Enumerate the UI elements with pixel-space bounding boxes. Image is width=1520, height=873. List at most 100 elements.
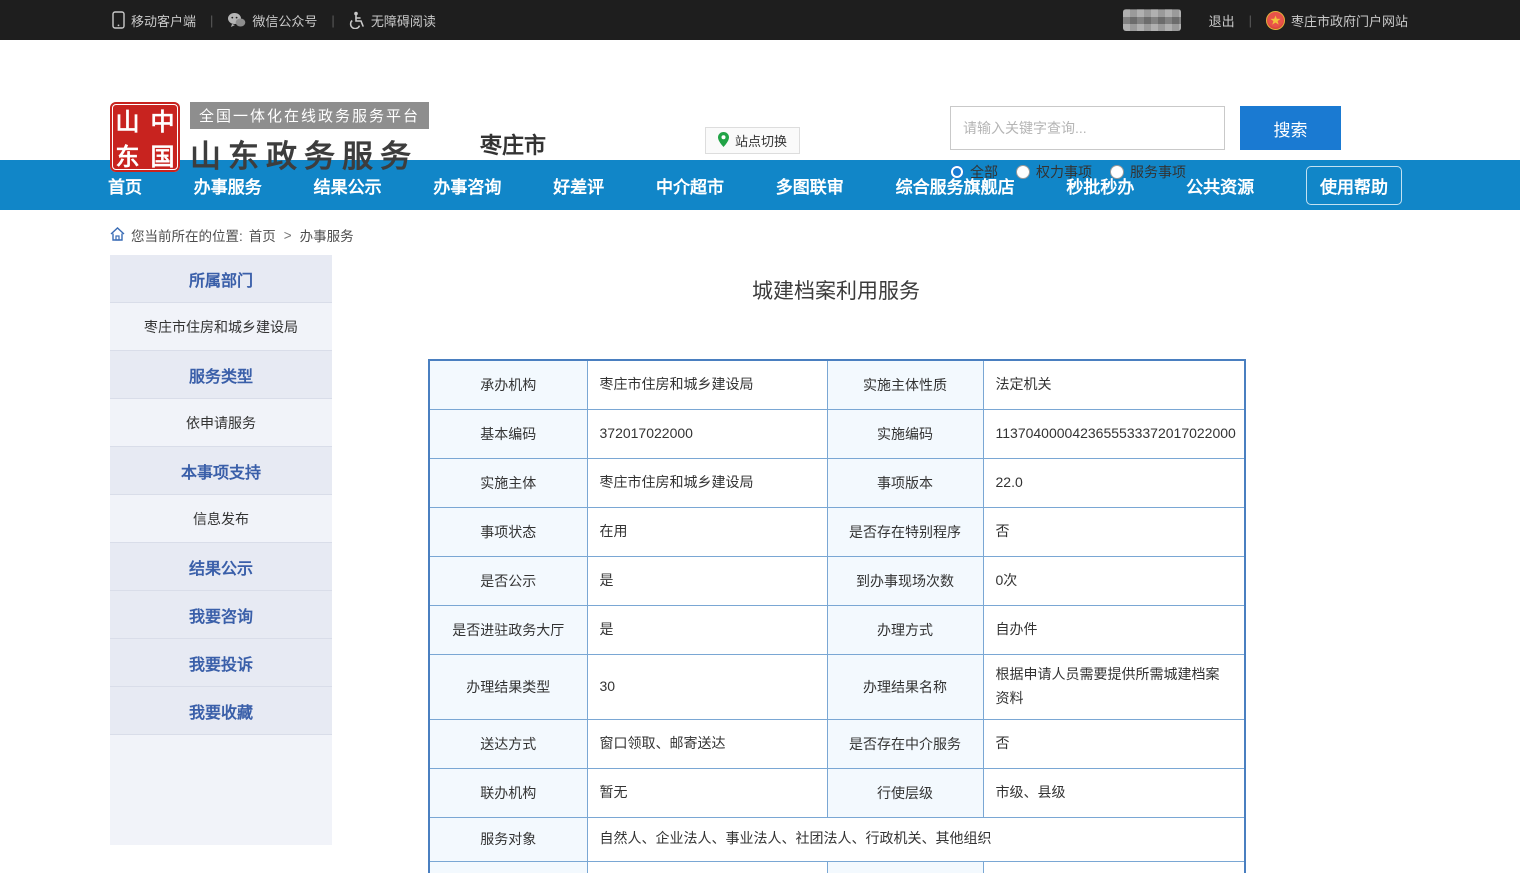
field-value: 窗口领取、邮寄送达 [587, 719, 827, 768]
field-value: 自然人、企业法人、事业法人、社团法人、行政机关、其他组织 [587, 817, 1245, 861]
seal-char: 国 [151, 137, 175, 172]
sidebar-item-complaint[interactable]: 我要投诉 [110, 639, 332, 687]
nav-item-multimap[interactable]: 多图联审 [776, 173, 844, 198]
field-value: 372017022000 [587, 409, 827, 458]
site-switch-button[interactable]: 站点切换 [705, 127, 800, 154]
table-row: 承办机构 枣庄市住房和城乡建设局 实施主体性质 法定机关 [429, 360, 1245, 409]
sidebar-item-favorite[interactable]: 我要收藏 [110, 687, 332, 735]
scope-radio-service-items[interactable]: 服务事项 [1110, 162, 1186, 182]
seal-char: 山 [116, 102, 140, 137]
site-header: 山 中 东 国 全国一体化在线政务服务平台 山东政务服务 枣庄市 站点切换 搜索… [0, 40, 1520, 160]
location-pin-icon [718, 132, 729, 150]
field-value: 在用 [587, 507, 827, 556]
field-label: 办理方式 [827, 605, 983, 654]
field-label: 是否进驻政务大厅 [429, 605, 587, 654]
field-label [429, 861, 587, 873]
page-title: 城建档案利用服务 [428, 275, 1244, 305]
mobile-client-link[interactable]: 移动客户端 [112, 11, 196, 30]
scope-radio-all[interactable]: 全部 [950, 162, 998, 182]
portal-link[interactable]: 枣庄市政府门户网站 [1266, 11, 1408, 30]
scope-label: 服务事项 [1130, 162, 1186, 182]
sidebar-item-consult[interactable]: 我要咨询 [110, 591, 332, 639]
current-city-label: 枣庄市 [480, 128, 546, 160]
field-label: 行使层级 [827, 768, 983, 817]
field-label: 事项状态 [429, 507, 587, 556]
accessibility-link[interactable]: 无障碍阅读 [349, 11, 436, 30]
breadcrumb: 您当前所在的位置: 首页 > 办事服务 [110, 225, 1520, 245]
sidebar-item-results[interactable]: 结果公示 [110, 543, 332, 591]
national-emblem-icon [1266, 11, 1285, 30]
breadcrumb-prefix: 您当前所在的位置: [131, 225, 243, 245]
nav-item-intermediary[interactable]: 中介超市 [656, 173, 724, 198]
separator: | [210, 13, 213, 28]
mobile-icon [112, 11, 125, 29]
nav-item-home[interactable]: 首页 [108, 173, 142, 198]
table-row: 是否进驻政务大厅 是 办理方式 自办件 [429, 605, 1245, 654]
seal-char: 中 [151, 102, 175, 137]
search-button[interactable]: 搜索 [1240, 106, 1341, 150]
portal-label: 枣庄市政府门户网站 [1291, 11, 1408, 30]
breadcrumb-home[interactable]: 首页 [249, 225, 276, 245]
wechat-label: 微信公众号 [252, 11, 317, 30]
field-value: 22.0 [983, 458, 1245, 507]
site-switch-label: 站点切换 [735, 131, 787, 150]
sidebar-item-support-header[interactable]: 本事项支持 [110, 447, 332, 495]
field-label: 实施编码 [827, 409, 983, 458]
scope-radio-power-items[interactable]: 权力事项 [1016, 162, 1092, 182]
field-label: 基本编码 [429, 409, 587, 458]
breadcrumb-services[interactable]: 办事服务 [300, 225, 354, 245]
field-value: 否 [983, 719, 1245, 768]
field-value: 自办件 [983, 605, 1245, 654]
field-label: 承办机构 [429, 360, 587, 409]
nav-item-rating[interactable]: 好差评 [553, 173, 604, 198]
sidebar-item-on-request-service[interactable]: 依申请服务 [110, 399, 332, 447]
field-label: 办理结果类型 [429, 654, 587, 719]
table-row: 办理结果类型 30 办理结果名称 根据申请人员需要提供所需城建档案资料 [429, 654, 1245, 719]
platform-tagline: 全国一体化在线政务服务平台 [190, 102, 429, 129]
field-value: 否 [983, 507, 1245, 556]
accessibility-icon [349, 11, 365, 29]
table-row: 事项状态 在用 是否存在特别程序 否 [429, 507, 1245, 556]
redacted-username [1123, 9, 1181, 31]
field-value: 枣庄市住房和城乡建设局 [587, 360, 827, 409]
seal-char: 东 [116, 137, 140, 172]
nav-item-consult[interactable]: 办事咨询 [433, 173, 501, 198]
field-value: 暂无 [587, 768, 827, 817]
top-utility-bar: 移动客户端 | 微信公众号 | 无障碍阅读 退出 | 枣庄市政府门户网站 [0, 0, 1520, 40]
wechat-link[interactable]: 微信公众号 [227, 11, 317, 30]
field-label: 是否存在特别程序 [827, 507, 983, 556]
field-label: 是否公示 [429, 556, 587, 605]
field-label [827, 861, 983, 873]
field-value: 是 [587, 556, 827, 605]
logout-link[interactable]: 退出 [1209, 11, 1235, 30]
field-label: 到办事现场次数 [827, 556, 983, 605]
radio-icon [1110, 165, 1124, 179]
search-input[interactable] [950, 106, 1225, 150]
site-logo[interactable]: 山 中 东 国 全国一体化在线政务服务平台 山东政务服务 [110, 102, 429, 176]
separator: | [1249, 13, 1252, 28]
table-row: 送达方式 窗口领取、邮寄送达 是否存在中介服务 否 [429, 719, 1245, 768]
nav-item-services[interactable]: 办事服务 [194, 173, 262, 198]
breadcrumb-separator: > [284, 228, 292, 243]
sidebar-filler [110, 735, 332, 845]
table-row-partial [429, 861, 1245, 873]
table-row: 服务对象 自然人、企业法人、事业法人、社团法人、行政机关、其他组织 [429, 817, 1245, 861]
search-scope-radios: 全部 权力事项 服务事项 [950, 162, 1341, 182]
sidebar-item-service-type-header[interactable]: 服务类型 [110, 351, 332, 399]
table-row: 实施主体 枣庄市住房和城乡建设局 事项版本 22.0 [429, 458, 1245, 507]
field-value: 法定机关 [983, 360, 1245, 409]
field-label: 服务对象 [429, 817, 587, 861]
accessibility-label: 无障碍阅读 [371, 11, 436, 30]
separator: | [331, 13, 334, 28]
shandong-seal-logo: 山 中 东 国 [110, 102, 180, 172]
sidebar: 所属部门 枣庄市住房和城乡建设局 服务类型 依申请服务 本事项支持 信息发布 结… [110, 255, 332, 845]
home-icon [110, 227, 125, 244]
field-label: 实施主体 [429, 458, 587, 507]
sidebar-item-department[interactable]: 枣庄市住房和城乡建设局 [110, 303, 332, 351]
sidebar-item-department-header[interactable]: 所属部门 [110, 255, 332, 303]
sidebar-item-info-publish[interactable]: 信息发布 [110, 495, 332, 543]
field-value: 0次 [983, 556, 1245, 605]
table-row: 是否公示 是 到办事现场次数 0次 [429, 556, 1245, 605]
nav-item-results[interactable]: 结果公示 [314, 173, 382, 198]
field-label: 实施主体性质 [827, 360, 983, 409]
